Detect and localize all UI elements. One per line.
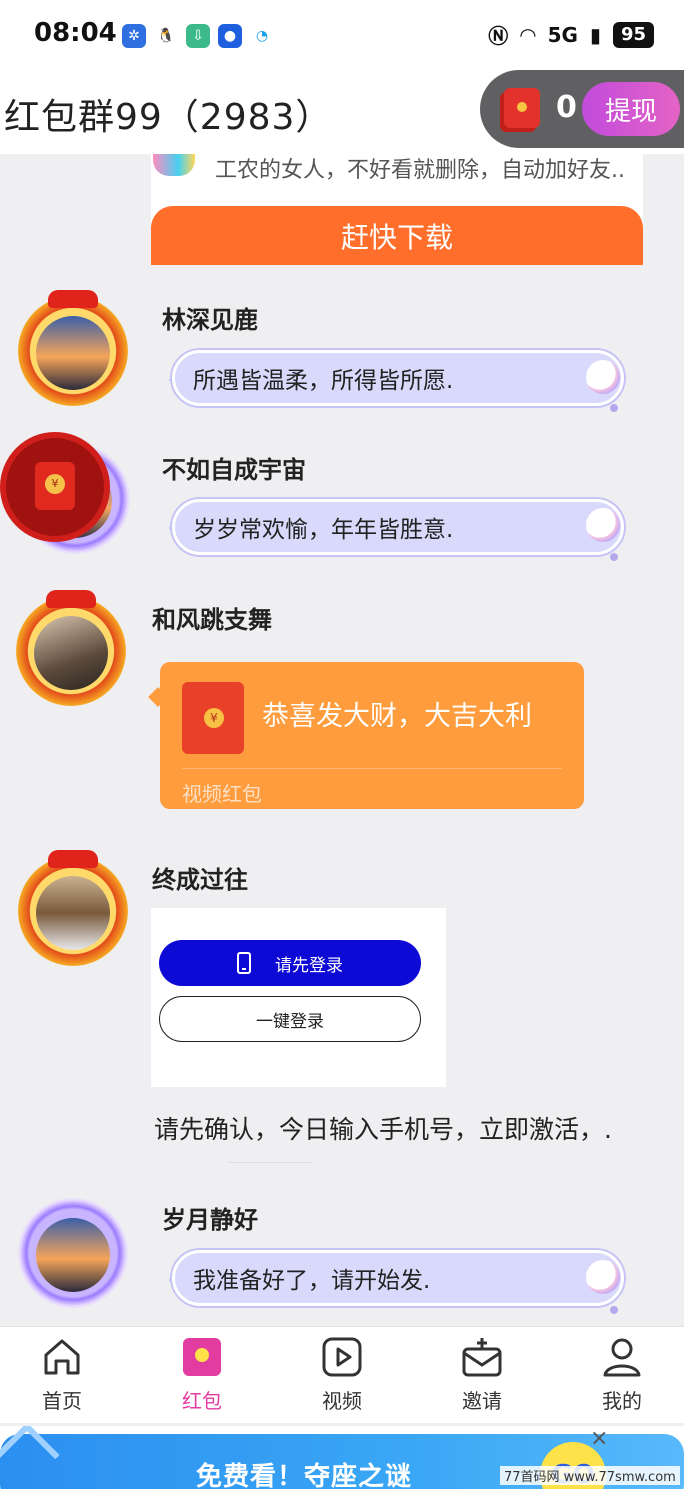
signal-icon: ▮ xyxy=(589,22,601,47)
status-time: 08:04 xyxy=(34,18,117,48)
message-text: 我准备好了，请开始发. xyxy=(193,1268,431,1294)
coin-icon: ¥ xyxy=(45,474,65,494)
download-app-icon: ⇩ xyxy=(186,24,210,48)
heart-deco-icon xyxy=(610,553,618,561)
red-packet-icon xyxy=(504,88,540,128)
message-text: 岁岁常欢愉，年年皆胜意. xyxy=(193,517,454,543)
divider xyxy=(182,768,562,769)
sender-name: 岁月静好 xyxy=(162,1206,258,1234)
red-packet-type: 视频红包 xyxy=(182,782,262,806)
nav-item-profile[interactable]: 我的 xyxy=(562,1335,682,1414)
unicorn-icon xyxy=(586,360,620,394)
nav-item-invite[interactable]: 邀请 xyxy=(422,1335,542,1414)
heart-deco-icon xyxy=(610,404,618,412)
avatar[interactable] xyxy=(16,590,126,706)
home-icon xyxy=(44,1339,80,1375)
wallet-count: 0 xyxy=(556,90,577,125)
sender-name: 林深见鹿 xyxy=(162,306,258,334)
avatar-photo xyxy=(34,616,108,690)
avatar-photo xyxy=(36,876,110,950)
status-bar: 08:04 ✲ 🐧 ⇩ ● ◔ Ⓝ ◠ 5G ▮ 95 xyxy=(0,0,684,70)
avatar[interactable] xyxy=(18,1198,128,1308)
message-bubble[interactable]: 岁岁常欢愉，年年皆胜意. xyxy=(172,499,624,555)
avatar[interactable] xyxy=(18,850,128,966)
status-indicators: Ⓝ ◠ 5G ▮ 95 xyxy=(488,20,654,49)
divider xyxy=(228,1162,312,1163)
wifi-icon: ◠ xyxy=(520,22,536,47)
nav-label: 我的 xyxy=(602,1389,642,1413)
phone-icon xyxy=(237,952,251,974)
download-button[interactable]: 赶快下载 xyxy=(151,206,643,265)
withdraw-button[interactable]: 提现 xyxy=(582,82,680,136)
wallet-pill[interactable]: 0 提现 xyxy=(480,70,684,148)
browser-app-icon: ● xyxy=(218,24,242,48)
unicorn-icon xyxy=(586,508,620,542)
nav-item-red-packet[interactable]: 红包 xyxy=(142,1335,262,1414)
ad-description: 工农的女人，不好看就删除，自动加好友.. xyxy=(215,158,625,183)
nav-label: 视频 xyxy=(322,1389,362,1413)
red-packet-title: 恭喜发大财，大吉大利 xyxy=(262,701,532,732)
battery-level: 95 xyxy=(612,21,654,48)
login-image-card[interactable]: 请先登录 一键登录 xyxy=(151,908,446,1087)
nav-label: 邀请 xyxy=(462,1389,502,1413)
banner-text: 免费看！夺座之谜 xyxy=(196,1462,413,1489)
unicorn-icon xyxy=(586,1260,620,1294)
avatar-photo xyxy=(36,316,110,390)
nav-item-video[interactable]: 视频 xyxy=(282,1335,402,1414)
sync-app-icon: ◔ xyxy=(250,24,274,48)
nav-label: 首页 xyxy=(42,1389,82,1413)
avatar[interactable] xyxy=(18,290,128,406)
message-bubble[interactable]: 所遇皆温柔，所得皆所愿. xyxy=(172,350,624,406)
login-first-button[interactable]: 请先登录 xyxy=(159,940,421,986)
nav-label: 红包 xyxy=(182,1389,222,1413)
qq-penguin-icon: 🐧 xyxy=(154,24,178,48)
red-packet-icon xyxy=(182,682,244,754)
group-title: 红包群99（2983） xyxy=(4,97,333,138)
red-packet-float-icon[interactable]: ¥ xyxy=(6,438,104,536)
nfc-icon: Ⓝ xyxy=(488,24,509,48)
nav-item-home[interactable]: 首页 xyxy=(2,1335,122,1414)
message-text: 所遇皆温柔，所得皆所愿. xyxy=(193,368,454,394)
sender-name: 不如自成宇宙 xyxy=(162,456,306,484)
banner-ad[interactable]: 免费看！夺座之谜 GO × 77首码网 www.77smw.com xyxy=(0,1426,684,1489)
bottom-nav: 首页 红包 视频 邀请 我的 xyxy=(0,1326,684,1423)
invite-icon xyxy=(462,1338,502,1377)
ad-card[interactable]: 工农的女人，不好看就删除，自动加好友.. 赶快下载 xyxy=(151,154,643,265)
sender-name: 终成过往 xyxy=(152,866,248,894)
red-packet-envelope: ¥ xyxy=(35,462,75,510)
heart-deco-icon xyxy=(610,1306,618,1314)
ad-app-icon xyxy=(153,154,195,176)
close-icon[interactable]: × xyxy=(590,1426,608,1451)
avatar-photo xyxy=(36,1218,110,1292)
one-click-login-button[interactable]: 一键登录 xyxy=(159,996,421,1042)
profile-icon xyxy=(603,1338,641,1377)
pinwheel-app-icon: ✲ xyxy=(122,24,146,48)
red-packet-icon xyxy=(183,1338,221,1376)
video-icon xyxy=(322,1337,362,1377)
signal-label: 5G xyxy=(547,22,578,47)
watermark: 77首码网 www.77smw.com xyxy=(500,1466,680,1485)
chat-header: 红包群99（2983） 0 提现 xyxy=(0,70,684,154)
sender-name: 和风跳支舞 xyxy=(152,606,272,634)
message-text: 请先确认，今日输入手机号，立即激活，. xyxy=(154,1115,612,1144)
red-packet-message[interactable]: 恭喜发大财，大吉大利 视频红包 xyxy=(160,662,584,809)
login-first-label: 请先登录 xyxy=(275,955,343,976)
message-bubble[interactable]: 我准备好了，请开始发. xyxy=(172,1250,624,1306)
